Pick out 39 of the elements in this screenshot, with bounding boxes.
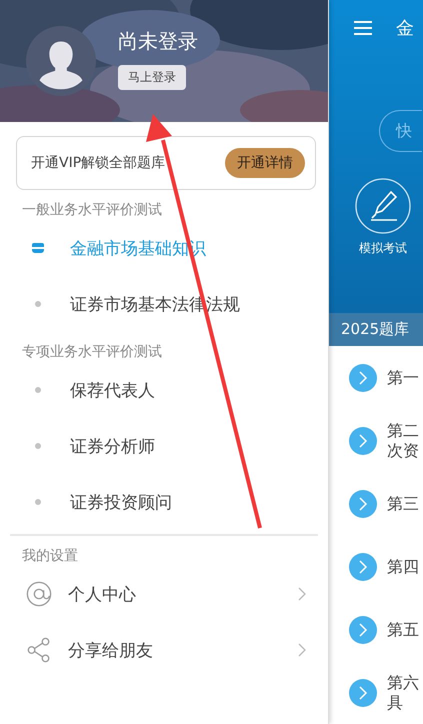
bullet-icon [35, 387, 41, 393]
chapter-item[interactable]: 第一 [329, 346, 423, 409]
subject-item[interactable]: 证券投资顾问 [0, 474, 328, 530]
subject-item[interactable]: 保荐代表人 [0, 362, 328, 418]
bullet-icon [35, 499, 41, 505]
bank-title: 2025题库 [341, 320, 410, 339]
chapter-item[interactable]: 第二 次资 [329, 409, 423, 472]
section-title: 专项业务水平评价测试 [21, 343, 163, 362]
settings-item[interactable]: 分享给朋友 [0, 622, 328, 678]
settings-item[interactable]: 个人中心 [0, 566, 328, 622]
at-sign-icon [26, 581, 52, 607]
chapter-item[interactable]: 第五 [329, 598, 423, 661]
chevron-circle-icon [349, 364, 377, 392]
vip-details-button[interactable]: 开通详情 [225, 148, 305, 178]
login-button[interactable]: 马上登录 [118, 65, 186, 90]
chapter-item[interactable]: 第六 具 [329, 661, 423, 724]
chevron-right-icon [298, 587, 306, 601]
app-title: 金 [396, 17, 414, 40]
menu-icon[interactable] [354, 21, 372, 35]
vip-text: 开通VIP解锁全部题库 [31, 154, 166, 172]
bullet-icon [35, 301, 41, 307]
chevron-circle-icon [349, 552, 377, 580]
chevron-circle-icon [349, 616, 377, 644]
section-title: 我的设置 [21, 547, 79, 566]
mock-exam-button[interactable]: 模拟考试 [354, 178, 412, 257]
chevron-circle-icon [349, 678, 377, 706]
chevron-right-icon [298, 643, 306, 657]
subject-item[interactable]: 证券分析师 [0, 418, 328, 474]
share-icon [26, 637, 52, 663]
pen-icon [355, 178, 411, 234]
login-status: 尚未登录 [118, 28, 198, 55]
section-title: 一般业务水平评价测试 [21, 201, 163, 220]
chevron-circle-icon [349, 426, 377, 454]
avatar-icon[interactable] [26, 26, 96, 96]
chapter-item[interactable]: 第四 [329, 535, 423, 598]
chevron-circle-icon [349, 490, 377, 518]
selected-marker-icon [32, 243, 44, 253]
bullet-icon [35, 443, 41, 449]
chapter-item[interactable]: 第三 [329, 472, 423, 535]
